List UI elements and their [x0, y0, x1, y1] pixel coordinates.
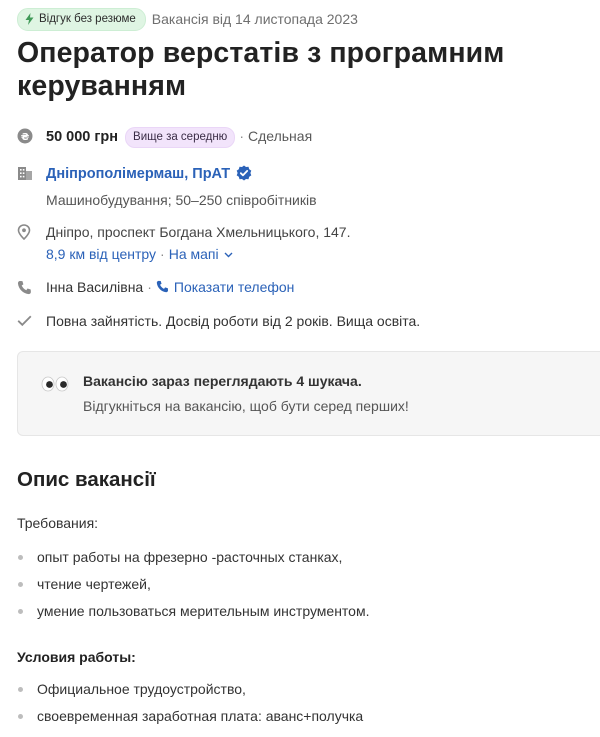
requirements-summary: Повна зайнятість. Досвід роботи від 2 ро… [46, 313, 421, 329]
svg-text:₴: ₴ [21, 132, 30, 143]
salary-row: ₴ 50 000 грн Вище за середню · Сдельная [17, 126, 312, 148]
check-badge-icon [236, 165, 252, 181]
location-row: Дніпро, проспект Богдана Хмельницького, … [17, 222, 350, 264]
building-icon [17, 163, 37, 183]
separator: · [239, 128, 244, 144]
vacancy-title: Оператор верстатів з програмним керуванн… [17, 37, 505, 102]
vacancy-page: Відгук без резюме Вакансія від 14 листоп… [0, 0, 600, 737]
contact-row: Інна Василівна · Показати телефон [17, 277, 294, 297]
salary-level-badge: Вище за середню [125, 127, 236, 148]
salary-amount: 50 000 грн [46, 129, 119, 145]
list-item: Официальное трудоустройство, [17, 679, 363, 706]
company-link[interactable]: Дніпрополімермаш, ПрАТ [46, 166, 230, 182]
map-link[interactable]: На мапі [169, 246, 219, 262]
list-item: умение пользоваться мерительным инструме… [17, 601, 370, 628]
viewers-notice: Вакансію зараз переглядають 4 шукача. Ві… [17, 351, 600, 436]
phone-icon [156, 280, 168, 293]
separator: · [147, 279, 152, 295]
conditions-label: Условия работы: [17, 649, 136, 665]
list-item: чтение чертежей, [17, 574, 370, 601]
quick-apply-label: Відгук без резюме [39, 13, 136, 25]
conditions-list: Официальное трудоустройство, своевременн… [17, 679, 363, 733]
checkmark-icon [17, 311, 37, 331]
notice-text: Відгукніться на вакансію, щоб бути серед… [83, 398, 409, 414]
requirements-label: Требования: [17, 515, 99, 531]
address: Дніпро, проспект Богдана Хмельницького, … [46, 224, 351, 240]
description-heading: Опис вакансії [17, 468, 156, 491]
location-pin-icon [17, 222, 37, 242]
separator: · [160, 246, 165, 262]
eyes-icon [41, 376, 69, 392]
list-item: опыт работы на фрезерно -расточных станк… [17, 547, 370, 574]
quick-apply-badge: Відгук без резюме [17, 7, 146, 31]
chevron-down-icon[interactable] [224, 252, 233, 258]
list-item: своевременная заработная плата: аванс+по… [17, 706, 363, 733]
company-row: Дніпрополімермаш, ПрАТ Машинобудування; … [17, 163, 317, 210]
phone-icon [17, 277, 37, 297]
notice-headline: Вакансію зараз переглядають 4 шукача. [83, 373, 362, 389]
company-details: Машинобудування; 50–250 співробітників [46, 192, 317, 208]
show-phone-button[interactable]: Показати телефон [174, 279, 295, 295]
distance-link[interactable]: 8,9 км від центру [46, 246, 156, 262]
requirements-row: Повна зайнятість. Досвід роботи від 2 ро… [17, 311, 420, 331]
salary-icon: ₴ [17, 126, 37, 146]
contact-person: Інна Василівна [46, 279, 144, 295]
pay-type: Сдельная [247, 128, 313, 144]
requirements-list: опыт работы на фрезерно -расточных станк… [17, 547, 370, 628]
posted-date: Вакансія від 14 листопада 2023 [151, 11, 358, 27]
lightning-icon [25, 13, 34, 25]
vacancy-meta: Відгук без резюме Вакансія від 14 листоп… [17, 7, 358, 31]
